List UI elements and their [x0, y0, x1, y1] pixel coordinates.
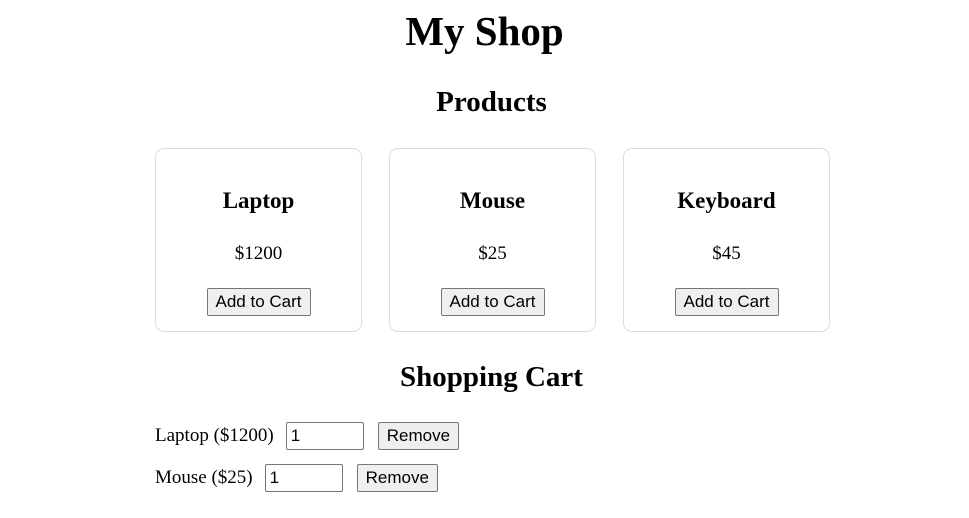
quantity-input-mouse[interactable] — [264, 464, 343, 492]
quantity-input-laptop[interactable] — [285, 422, 364, 450]
product-card-mouse: Mouse $25 Add to Cart — [389, 148, 596, 332]
product-card-laptop: Laptop $1200 Add to Cart — [155, 148, 362, 332]
product-card-keyboard: Keyboard $45 Add to Cart — [623, 148, 830, 332]
add-to-cart-button-mouse[interactable]: Add to Cart — [440, 288, 545, 316]
cart-item-label: Laptop ($1200) — [155, 425, 274, 446]
cart-item-laptop: Laptop ($1200) Remove — [155, 422, 460, 450]
product-price: $45 — [712, 243, 741, 264]
cart-heading: Shopping Cart — [400, 361, 583, 393]
add-to-cart-button-laptop[interactable]: Add to Cart — [206, 288, 311, 316]
product-price: $1200 — [234, 243, 283, 264]
page-title: My Shop — [405, 8, 564, 54]
product-grid: Laptop $1200 Add to Cart Mouse $25 Add t… — [155, 148, 830, 332]
products-heading: Products — [436, 86, 547, 118]
remove-button-laptop[interactable]: Remove — [377, 422, 460, 450]
cart-list: Laptop ($1200) Remove Mouse ($25) Remove — [155, 422, 460, 506]
product-price: $25 — [478, 243, 507, 264]
cart-item-mouse: Mouse ($25) Remove — [155, 464, 459, 492]
remove-button-mouse[interactable]: Remove — [356, 464, 438, 492]
product-name: Laptop — [222, 188, 295, 213]
product-name: Mouse — [459, 188, 526, 213]
product-name: Keyboard — [677, 188, 776, 213]
cart-item-label: Mouse ($25) — [155, 467, 253, 488]
add-to-cart-button-keyboard[interactable]: Add to Cart — [674, 288, 779, 316]
